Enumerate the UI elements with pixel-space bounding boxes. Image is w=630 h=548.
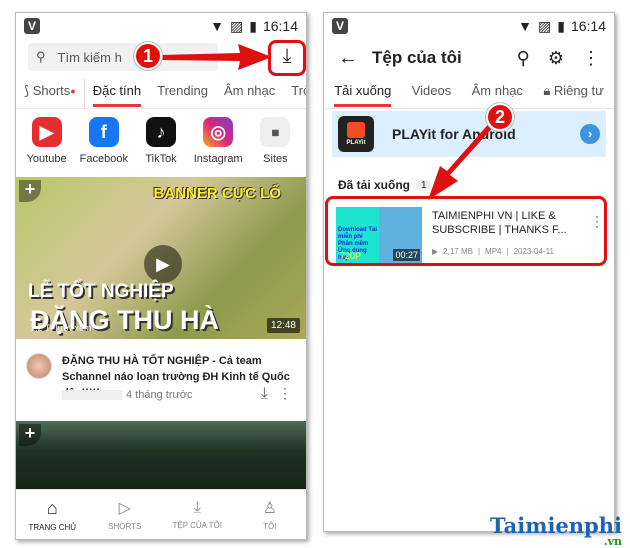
step-2-marker: 2 bbox=[486, 103, 514, 131]
annotation-arrows bbox=[160, 44, 496, 200]
watermark-logo: Taimienphi .vn bbox=[490, 513, 622, 548]
step-1-marker: 1 bbox=[134, 42, 162, 70]
arrow-2 bbox=[428, 120, 496, 200]
arrow-1 bbox=[160, 44, 272, 70]
